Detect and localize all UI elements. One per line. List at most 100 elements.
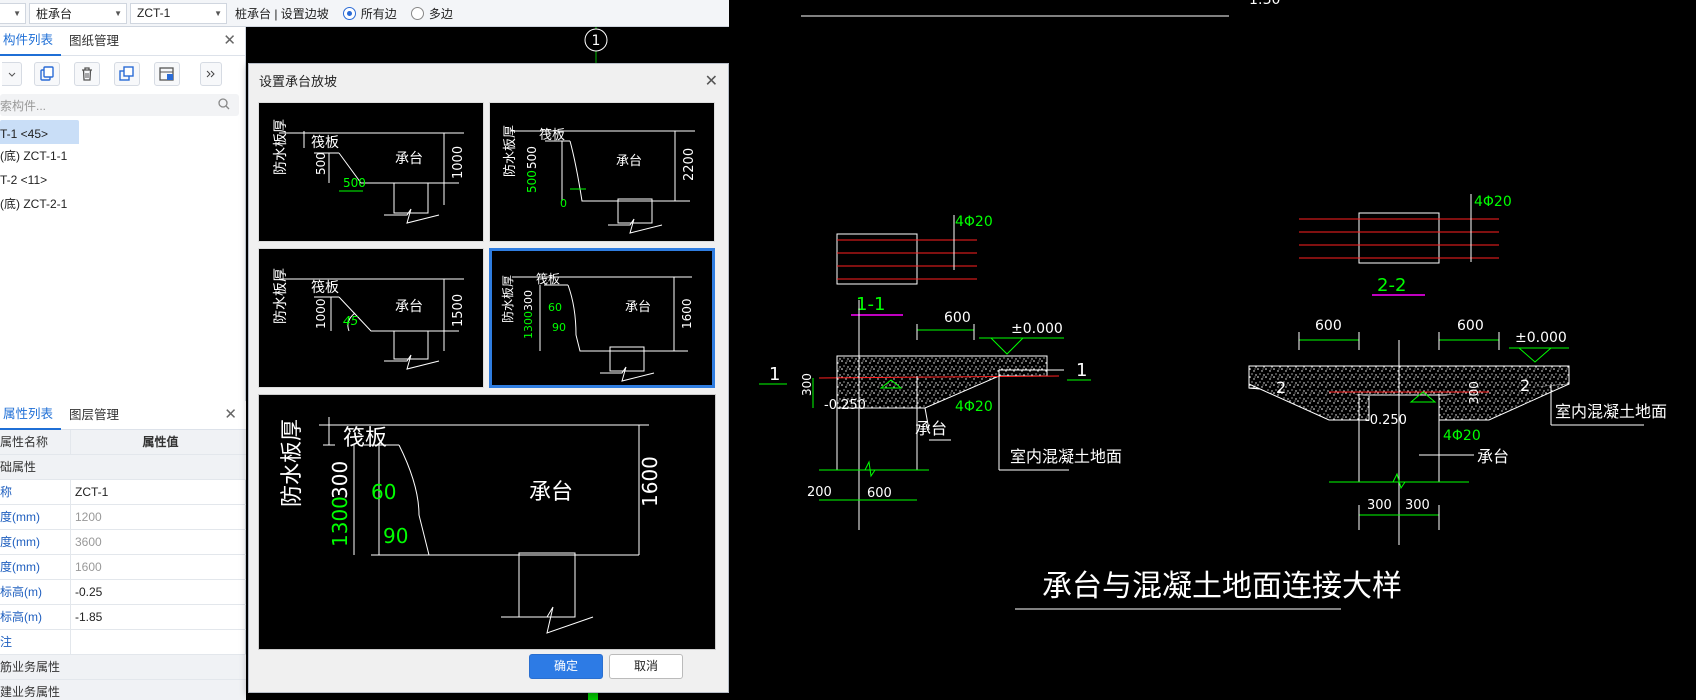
dimension-label: 500 [525, 170, 539, 193]
chevron-down-icon [8, 72, 15, 77]
section-mark: 2 [1520, 376, 1530, 395]
property-value[interactable]: 3600 [70, 530, 246, 554]
type-dropdown[interactable]: 桩承台 ▼ [29, 2, 127, 24]
tree-item-zct-1[interactable]: T-1 <45> [0, 120, 245, 144]
mode-breadcrumb: 桩承台 | 设置边坡 [235, 6, 329, 21]
property-row-top-elevation[interactable]: 标高(m) -0.25 [0, 580, 246, 605]
floor-label: 室内混凝土地面 [1555, 402, 1667, 421]
property-name: 标高(m) [0, 585, 42, 599]
tree-item-label: T-1 <45> [0, 120, 79, 144]
radio-multi-edges-label: 多边 [428, 6, 453, 21]
section-mark: 1 [1076, 360, 1087, 381]
tree-item-zct-1-1[interactable]: (底) ZCT-1-1 [0, 144, 245, 168]
component-dropdown[interactable]: ZCT-1 ▼ [130, 2, 227, 24]
slope-option-3[interactable]: 防水板厚 筏板 承台 1000 45 1500 [258, 248, 484, 388]
property-group-rebar[interactable]: 筋业务属性 [0, 655, 246, 680]
property-value[interactable]: -0.25 [70, 580, 246, 604]
dimension-label: 1000 [451, 146, 466, 179]
label-waterproof: 防水板厚 [502, 125, 518, 177]
copy-icon [40, 66, 54, 81]
tab-component-list[interactable]: 构件列表 [0, 26, 62, 56]
tab-property-list[interactable]: 属性列表 [0, 400, 62, 430]
radio-multi-edges[interactable]: 多边 [410, 5, 453, 22]
label-raft: 筏板 [311, 134, 339, 151]
slope-preview: 防水板厚 筏板 承台 300 1300 60 90 1600 [258, 394, 716, 650]
slope-option-2-diagram: 防水板厚 筏板 承台 500 500 0 2200 [502, 125, 697, 234]
component-library-button[interactable] [154, 62, 180, 86]
label-raft: 筏板 [539, 127, 565, 143]
label-waterproof: 防水板厚 [273, 268, 289, 324]
slope-option-4[interactable]: 防水板厚 筏板 承台 300 1300 60 90 1600 [489, 248, 715, 388]
radio-unchecked-icon [410, 6, 424, 20]
component-dropdown-value: ZCT-1 [137, 6, 171, 20]
property-group-civil[interactable]: 建业务属性 [0, 680, 246, 700]
label-cap: 承台 [625, 300, 651, 315]
property-value[interactable]: 1200 [70, 505, 246, 529]
drawing-caption: 承台与混凝土地面连接大样 [1042, 569, 1402, 604]
tab-layer-management[interactable]: 图层管理 [61, 401, 127, 429]
property-row-note[interactable]: 注 [0, 630, 246, 655]
rebar-lines-1 [837, 239, 977, 280]
slope-option-2[interactable]: 防水板厚 筏板 承台 500 500 0 2200 [489, 102, 715, 242]
tree-item-label: T-2 <11> [0, 173, 48, 187]
scale-note: 1:30 [1249, 0, 1280, 8]
floor-dropdown[interactable]: ▼ [0, 2, 26, 24]
dimension-label: 45 [343, 314, 358, 328]
property-table-header: 属性名称 属性值 [0, 430, 246, 455]
label-waterproof: 防水板厚 [280, 419, 305, 507]
property-value[interactable]: 1600 [70, 555, 246, 579]
slope-option-3-diagram: 防水板厚 筏板 承台 1000 45 1500 [273, 268, 466, 370]
section-mark: 1 [769, 364, 780, 385]
section-1-1-box [836, 233, 918, 285]
copy-button[interactable] [34, 62, 60, 86]
cap-label: 承台 [1477, 447, 1509, 466]
property-row-name[interactable]: 称 ZCT-1 [0, 480, 246, 505]
property-name: 度(mm) [0, 560, 40, 574]
property-row-length[interactable]: 度(mm) 1200 [0, 505, 246, 530]
tree-item-zct-2-1[interactable]: (底) ZCT-2-1 [0, 192, 245, 216]
property-row-width[interactable]: 度(mm) 3600 [0, 530, 246, 555]
section-mark: 2 [1276, 378, 1286, 397]
property-group-basic[interactable]: 础属性 [0, 455, 246, 480]
tree-item-label: (底) ZCT-1-1 [0, 149, 68, 163]
radio-checked-icon [342, 6, 356, 20]
new-component-dropdown-button[interactable] [2, 62, 22, 86]
confirm-button[interactable]: 确定 [529, 654, 603, 679]
cad-drawing-area[interactable]: 1:30 4Φ20 1-1 4Φ20 2-2 600 ±0.000 -0.250… [729, 0, 1696, 700]
dimension-label: 1600 [638, 456, 662, 507]
tab-drawing-management[interactable]: 图纸管理 [61, 27, 127, 55]
left-panel: 构件列表 图纸管理 ✕ 索构件... T-1 <45> (底) ZCT-1-1 … [0, 27, 246, 700]
layers-copy-icon [119, 66, 134, 81]
delete-button[interactable] [74, 62, 100, 86]
cancel-button[interactable]: 取消 [609, 654, 683, 679]
dimension-label: 90 [552, 321, 566, 334]
rebar-label: 4Φ20 [1474, 194, 1512, 210]
slope-option-1[interactable]: 防水板厚 筏板 承台 500 500 1000 [258, 102, 484, 242]
close-icon[interactable]: ✕ [223, 33, 236, 48]
close-icon[interactable]: ✕ [705, 64, 718, 100]
rebar-label: 4Φ20 [955, 399, 993, 415]
label-waterproof: 防水板厚 [500, 275, 515, 323]
label-raft: 筏板 [343, 426, 387, 451]
property-value[interactable]: ZCT-1 [70, 480, 246, 504]
dimension-label: 0 [560, 197, 567, 210]
component-search-input[interactable]: 索构件... [0, 94, 239, 116]
component-toolbar [0, 56, 245, 92]
property-value[interactable] [70, 630, 246, 654]
slope-settings-dialog: 设置承台放坡 ✕ 防水板厚 筏板 承台 500 500 1000 防水板厚 筏板… [248, 63, 729, 693]
property-row-bottom-elevation[interactable]: 标高(m) -1.85 [0, 605, 246, 630]
dimension-label: 1500 [451, 294, 466, 327]
tree-item-zct-2[interactable]: T-2 <11> [0, 168, 245, 192]
radio-all-edges[interactable]: 所有边 [342, 5, 397, 22]
dimension-label: 1300 [522, 311, 535, 339]
close-icon[interactable]: ✕ [224, 407, 237, 422]
dialog-title: 设置承台放坡 [259, 74, 338, 89]
property-value[interactable]: -1.85 [70, 605, 246, 629]
search-icon[interactable] [217, 97, 231, 111]
section-label: 2-2 [1377, 275, 1406, 296]
property-row-height[interactable]: 度(mm) 1600 [0, 555, 246, 580]
more-button[interactable] [200, 62, 222, 86]
label-raft: 筏板 [311, 279, 339, 296]
duplicate-floor-button[interactable] [114, 62, 140, 86]
elevation-label: -0.250 [1365, 413, 1407, 428]
